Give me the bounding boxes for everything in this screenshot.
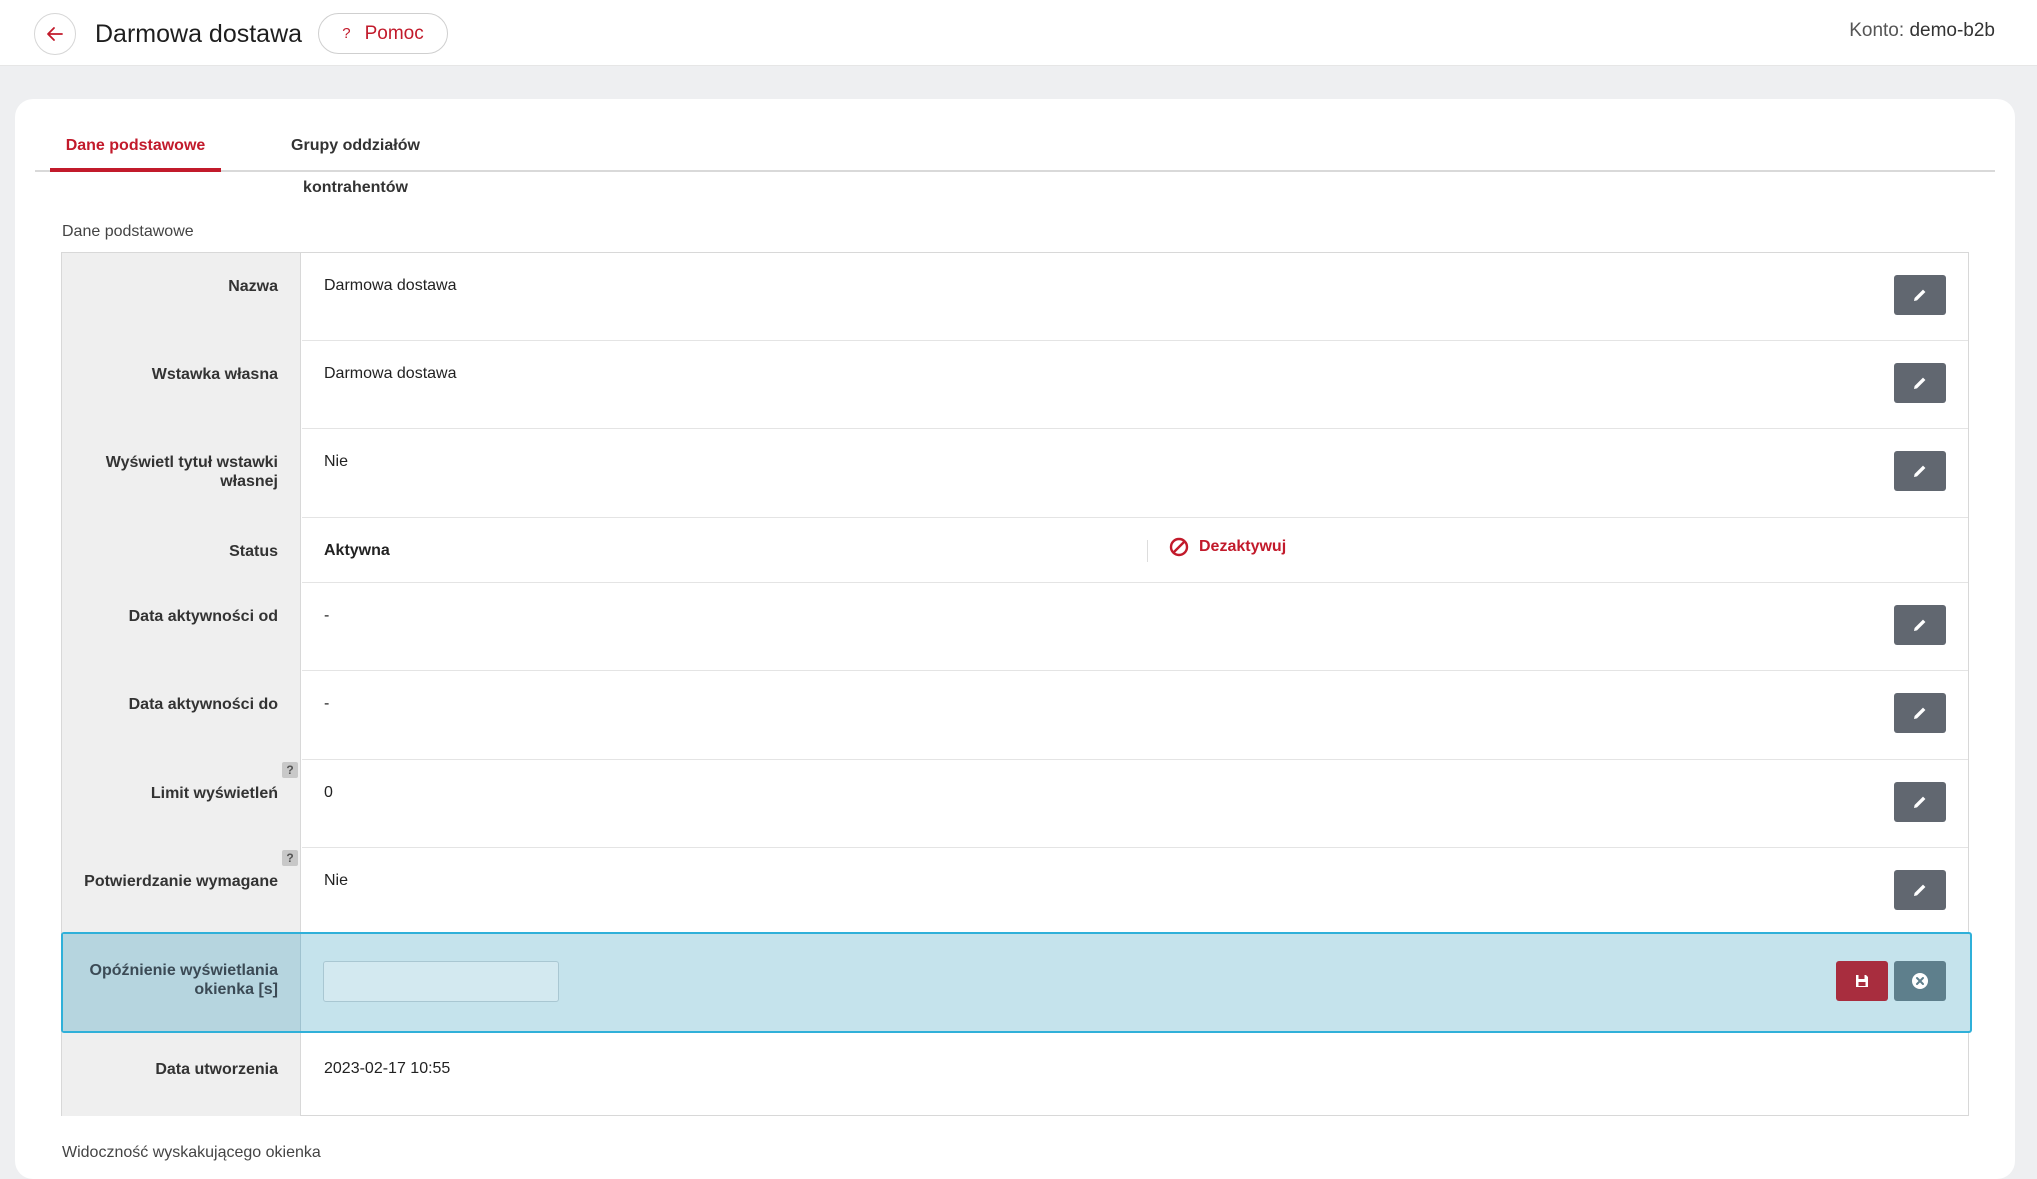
row-label: Wyświetl tytuł wstawki własnej [105, 454, 278, 490]
tab-dane-podstawowe[interactable]: Dane podstawowe [50, 125, 221, 172]
floppy-disk-icon [1856, 975, 1868, 987]
row-data-utworzenia: Data utworzenia 2023-02-17 10:55 [62, 1036, 1968, 1116]
edit-button[interactable] [1894, 605, 1946, 645]
cancel-button[interactable] [1894, 961, 1946, 1001]
row-label: Opóźnienie wyświetlania okienka [s] [89, 962, 279, 998]
pencil-icon [1914, 707, 1926, 719]
row-value: Nie [324, 453, 349, 470]
row-status: Status Aktywna Dezaktywuj [62, 518, 1968, 583]
deactivate-button[interactable]: Dezaktywuj [1169, 537, 1286, 557]
edit-button[interactable] [1894, 451, 1946, 491]
row-value: 2023-02-17 10:55 [324, 1060, 451, 1077]
save-button[interactable] [1836, 961, 1888, 1001]
question-icon: ? [342, 25, 351, 42]
row-value: Darmowa dostawa [324, 365, 457, 382]
row-label: Nazwa [228, 278, 278, 295]
row-opoznienie-editing: Opóźnienie wyświetlania okienka [s] [61, 932, 1972, 1033]
pencil-icon [1914, 796, 1926, 808]
deactivate-label: Dezaktywuj [1199, 538, 1287, 555]
row-value: Darmowa dostawa [324, 277, 457, 294]
row-label: Potwierdzanie wymagane [84, 873, 278, 890]
row-value: Nie [324, 872, 349, 889]
row-data-od: Data aktywności od - [62, 583, 1968, 671]
pencil-icon [1914, 465, 1926, 477]
tab-grupy-oddzialow[interactable]: Grupy oddziałów kontrahentów [238, 125, 473, 196]
row-nazwa: Nazwa Darmowa dostawa [62, 253, 1968, 341]
help-label: Pomoc [364, 22, 424, 44]
row-label: Status [229, 543, 278, 560]
row-potwierdzanie: ? Potwierdzanie wymagane Nie [62, 848, 1968, 936]
row-value: - [324, 695, 330, 712]
row-value: - [324, 607, 330, 624]
divider [1147, 540, 1148, 562]
edit-button[interactable] [1894, 782, 1946, 822]
row-label: Data aktywności do [128, 696, 278, 713]
row-label: Limit wyświetleń [150, 785, 278, 802]
account-label: Konto: [1849, 20, 1905, 41]
help-badge[interactable]: ? [282, 762, 298, 778]
tab-bar: Dane podstawowe Grupy oddziałów kontrahe… [35, 125, 1995, 196]
edit-button[interactable] [1894, 693, 1946, 733]
account-value: demo-b2b [1909, 20, 1995, 41]
top-bar: Darmowa dostawa ? Pomoc Konto: demo-b2b [0, 0, 2037, 66]
row-data-do: Data aktywności do - [62, 671, 1968, 760]
account-info: Konto: demo-b2b [1849, 20, 1995, 42]
delay-input[interactable] [323, 961, 559, 1002]
row-value: 0 [324, 784, 333, 801]
page-title: Darmowa dostawa [95, 20, 303, 48]
section-title: Dane podstawowe [62, 223, 194, 240]
help-button[interactable]: ? Pomoc [318, 13, 448, 54]
row-limit: ? Limit wyświetleń 0 [62, 760, 1968, 848]
edit-button[interactable] [1894, 870, 1946, 910]
arrow-left-icon [47, 27, 63, 41]
pencil-icon [1914, 619, 1926, 631]
back-button[interactable] [34, 13, 76, 55]
status-value: Aktywna [324, 542, 390, 559]
help-badge[interactable]: ? [282, 850, 298, 866]
row-label: Data utworzenia [155, 1061, 278, 1078]
row-wyswietl-tytul: Wyświetl tytuł wstawki własnej Nie [62, 429, 1968, 518]
row-wstawka: Wstawka własna Darmowa dostawa [62, 341, 1968, 429]
section-title-visibility: Widoczność wyskakującego okienka [62, 1144, 321, 1161]
pencil-icon [1914, 884, 1926, 896]
edit-button[interactable] [1894, 363, 1946, 403]
ban-icon [1169, 537, 1189, 557]
pencil-icon [1914, 289, 1926, 301]
row-label: Data aktywności od [128, 608, 278, 625]
row-label: Wstawka własna [151, 366, 278, 383]
close-circle-icon [1912, 973, 1928, 989]
edit-button[interactable] [1894, 275, 1946, 315]
pencil-icon [1914, 377, 1926, 389]
